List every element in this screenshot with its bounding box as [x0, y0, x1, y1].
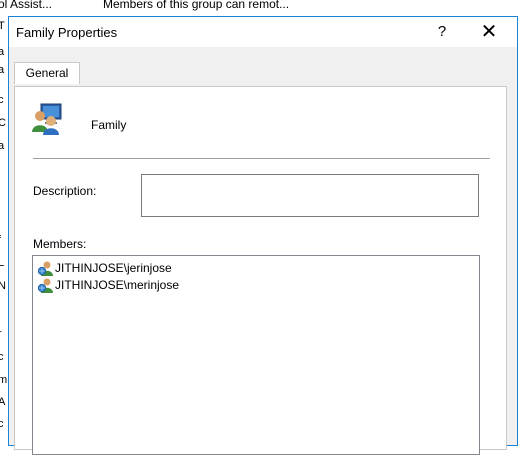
- tab-strip: General: [9, 47, 517, 75]
- description-label: Description:: [33, 184, 96, 198]
- title-bar[interactable]: Family Properties ? ✕: [9, 17, 517, 47]
- background-row-text: m: [0, 374, 7, 386]
- group-name: Family: [91, 118, 126, 132]
- members-list[interactable]: JITHINJOSE\jerinjose JITHINJOSE\merinjos…: [32, 255, 480, 455]
- background-row-text: c: [0, 418, 4, 430]
- background-header: ol Assist... Members of this group can r…: [0, 0, 519, 16]
- background-row-text: a: [0, 140, 4, 152]
- background-header-name: ol Assist...: [0, 0, 52, 11]
- background-row-text: C: [0, 117, 6, 129]
- close-button[interactable]: ✕: [469, 17, 509, 47]
- background-row-text: f: [0, 234, 1, 246]
- background-row-text: L: [0, 257, 4, 269]
- general-tab-panel: Family Description: Members: JITHINJOSE\…: [14, 86, 507, 450]
- background-row-text: c: [0, 94, 4, 106]
- user-icon: [38, 261, 54, 276]
- description-field[interactable]: [141, 174, 479, 217]
- help-button[interactable]: ?: [422, 17, 462, 47]
- member-name: JITHINJOSE\merinjose: [55, 277, 179, 294]
- users-group-icon: [31, 102, 65, 136]
- members-label: Members:: [33, 237, 86, 251]
- background-row-text: c: [0, 351, 4, 363]
- dialog-title: Family Properties: [16, 25, 117, 40]
- background-row-text: T: [0, 20, 5, 32]
- background-row-text: A: [0, 396, 5, 408]
- background-row-text: a: [0, 46, 4, 58]
- background-row-text: r: [0, 328, 2, 340]
- member-name: JITHINJOSE\jerinjose: [55, 260, 172, 277]
- background-row-text: a: [0, 64, 4, 76]
- background-row-text: N: [0, 280, 6, 292]
- background-header-description: Members of this group can remot...: [103, 0, 289, 11]
- user-icon: [38, 278, 54, 293]
- tab-general[interactable]: General: [14, 62, 80, 84]
- properties-dialog: Family Properties ? ✕ General Family Des…: [8, 16, 518, 446]
- separator: [33, 158, 490, 159]
